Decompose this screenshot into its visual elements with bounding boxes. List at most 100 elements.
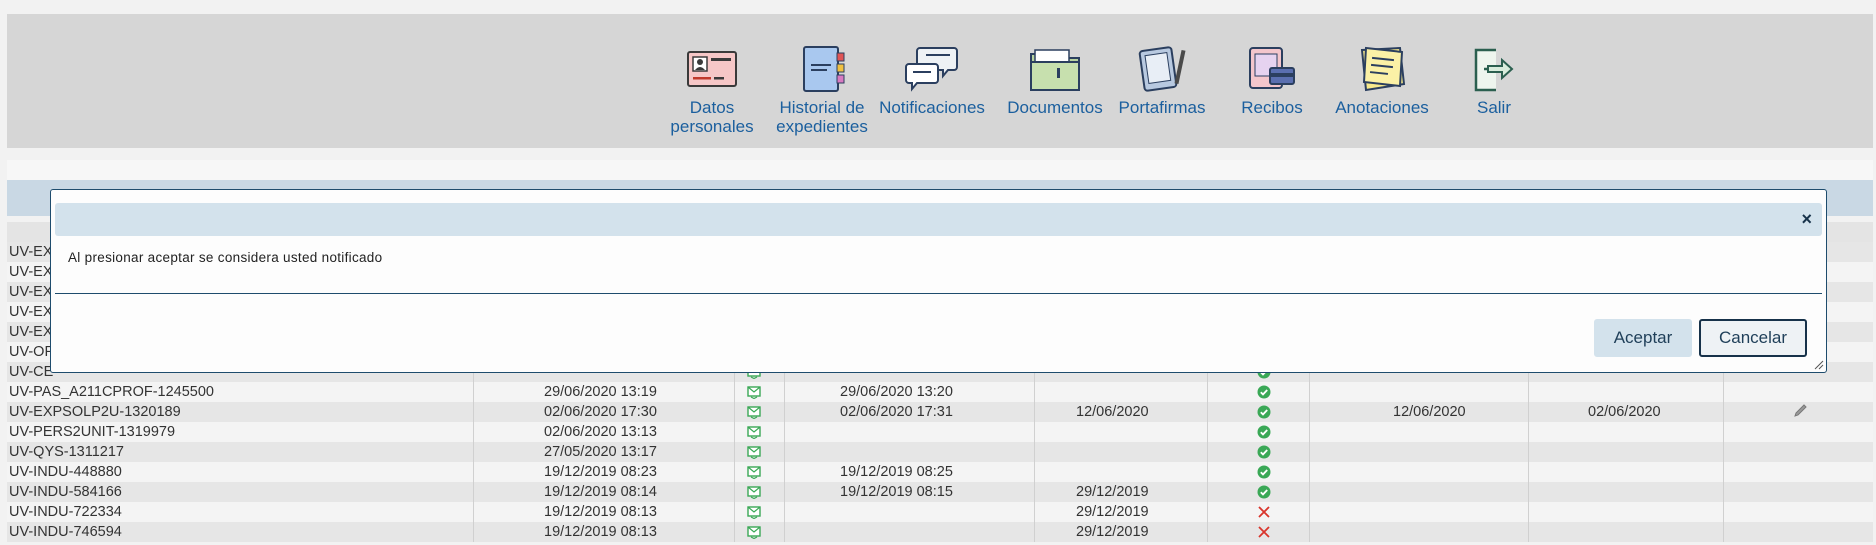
edit-pencil-icon[interactable]	[1793, 404, 1809, 424]
cross-icon	[1257, 525, 1271, 545]
fecha-limite: 29/12/2019	[1076, 524, 1149, 540]
column-separator	[734, 442, 735, 462]
accept-button[interactable]: Aceptar	[1594, 319, 1692, 357]
column-separator	[734, 382, 735, 402]
top-navigation-bar: Datos personales Historial de expediente…	[7, 14, 1873, 148]
column-separator	[784, 462, 785, 482]
chat-bubbles-icon	[905, 47, 958, 92]
column-separator	[1034, 502, 1035, 522]
column-separator	[1034, 402, 1035, 422]
expediente-id: UV-INDU-746594	[9, 524, 122, 540]
column-separator	[1034, 442, 1035, 462]
expediente-id: UV-QYS-1311217	[9, 444, 124, 460]
column-separator	[1723, 482, 1724, 502]
column-separator	[784, 382, 785, 402]
column-separator	[1723, 382, 1724, 402]
table-row[interactable]: UV-QYS-1311217 27/05/2020 13:17	[7, 442, 1873, 462]
nav-label: Historial de expedientes	[776, 98, 868, 136]
table-row[interactable]: UV-INDU-584166 19/12/2019 08:14 19/12/2019…	[7, 482, 1873, 502]
nav-portafirmas[interactable]: Portafirmas	[1107, 44, 1217, 117]
expediente-id: UV-EX	[9, 244, 53, 260]
column-separator	[1723, 502, 1724, 522]
notebook-icon	[803, 46, 845, 92]
column-separator	[473, 442, 474, 462]
nav-historial-expedientes[interactable]: Historial de expedientes	[767, 44, 877, 136]
column-separator	[1207, 482, 1208, 502]
column-separator	[1207, 402, 1208, 422]
column-separator	[1207, 422, 1208, 442]
column-separator	[1528, 482, 1529, 502]
nav-documentos[interactable]: Documentos	[1000, 44, 1110, 117]
column-separator	[1207, 442, 1208, 462]
expediente-id: UV-PERS2UNIT-1319979	[9, 424, 176, 440]
tablet-pen-icon	[1138, 46, 1186, 92]
column-separator	[1034, 462, 1035, 482]
dialog-titlebar: ×	[55, 203, 1822, 236]
column-separator	[734, 422, 735, 442]
expediente-id: UV-CE	[9, 364, 54, 380]
logout-icon	[1474, 48, 1514, 92]
column-separator	[1528, 422, 1529, 442]
expediente-id: UV-EX	[9, 284, 53, 300]
column-separator	[1309, 462, 1310, 482]
column-separator	[1723, 462, 1724, 482]
nav-label: Recibos	[1241, 98, 1303, 117]
resize-handle-icon[interactable]	[1814, 360, 1824, 370]
column-separator	[734, 502, 735, 522]
column-separator	[784, 522, 785, 542]
fecha-envio: 02/06/2020	[1588, 404, 1661, 420]
column-separator	[1528, 402, 1529, 422]
fecha-notificacion: 12/06/2020	[1393, 404, 1466, 420]
expediente-id: UV-OF	[9, 344, 54, 360]
folder-icon	[1030, 49, 1080, 91]
cancel-button[interactable]: Cancelar	[1699, 319, 1807, 357]
fecha-lectura: 02/06/2020 17:31	[840, 404, 953, 420]
column-separator	[1309, 442, 1310, 462]
nav-recibos[interactable]: Recibos	[1217, 44, 1327, 117]
column-separator	[734, 402, 735, 422]
nav-label: Anotaciones	[1335, 98, 1429, 117]
dialog-divider	[55, 293, 1822, 294]
column-separator	[1034, 522, 1035, 542]
expediente-id: UV-EX	[9, 304, 53, 320]
expediente-id: UV-EX	[9, 324, 53, 340]
fecha-alta: 02/06/2020 13:13	[544, 424, 657, 440]
column-separator	[784, 442, 785, 462]
column-separator	[1207, 522, 1208, 542]
table-row[interactable]: UV-PERS2UNIT-1319979 02/06/2020 13:13	[7, 422, 1873, 442]
table-row[interactable]: UV-INDU-722334 19/12/2019 08:13 29/12/2019	[7, 502, 1873, 522]
table-row[interactable]: UV-PAS_A211CPROF-1245500 29/06/2020 13:19…	[7, 382, 1873, 402]
column-separator	[473, 382, 474, 402]
fecha-alta: 19/12/2019 08:23	[544, 464, 657, 480]
fecha-lectura: 19/12/2019 08:15	[840, 484, 953, 500]
confirmation-dialog: × Al presionar aceptar se considera uste…	[50, 189, 1827, 373]
table-row[interactable]: UV-EXPSOLP2U-1320189 02/06/2020 17:30 02/0…	[7, 402, 1873, 422]
id-card-icon	[687, 51, 737, 87]
table-row[interactable]: UV-INDU-746594 19/12/2019 08:13 29/12/2019	[7, 522, 1873, 542]
nav-salir[interactable]: Salir	[1439, 44, 1549, 117]
fecha-limite: 29/12/2019	[1076, 484, 1149, 500]
nav-label: Salir	[1476, 98, 1511, 117]
column-separator	[1309, 402, 1310, 422]
document-icon	[747, 525, 761, 545]
column-separator	[1207, 502, 1208, 522]
nav-anotaciones[interactable]: Anotaciones	[1327, 44, 1437, 117]
column-separator	[1528, 382, 1529, 402]
receipt-card-icon	[1249, 47, 1295, 89]
column-separator	[1034, 482, 1035, 502]
nav-datos-personales[interactable]: Datos personales	[657, 44, 767, 136]
expediente-id: UV-INDU-584166	[9, 484, 122, 500]
column-separator	[1207, 462, 1208, 482]
expediente-id: UV-INDU-722334	[9, 504, 122, 520]
nav-label: Documentos	[1007, 98, 1103, 117]
close-icon[interactable]: ×	[1801, 208, 1812, 230]
content-top-bar	[7, 160, 1873, 180]
expediente-id: UV-INDU-448880	[9, 464, 122, 480]
nav-notificaciones[interactable]: Notificaciones	[877, 44, 987, 117]
column-separator	[1528, 502, 1529, 522]
nav-label: Notificaciones	[879, 98, 985, 117]
table-row[interactable]: UV-INDU-448880 19/12/2019 08:23 19/12/2019…	[7, 462, 1873, 482]
column-separator	[1034, 382, 1035, 402]
expediente-id: UV-EX	[9, 264, 53, 280]
column-separator	[1309, 382, 1310, 402]
